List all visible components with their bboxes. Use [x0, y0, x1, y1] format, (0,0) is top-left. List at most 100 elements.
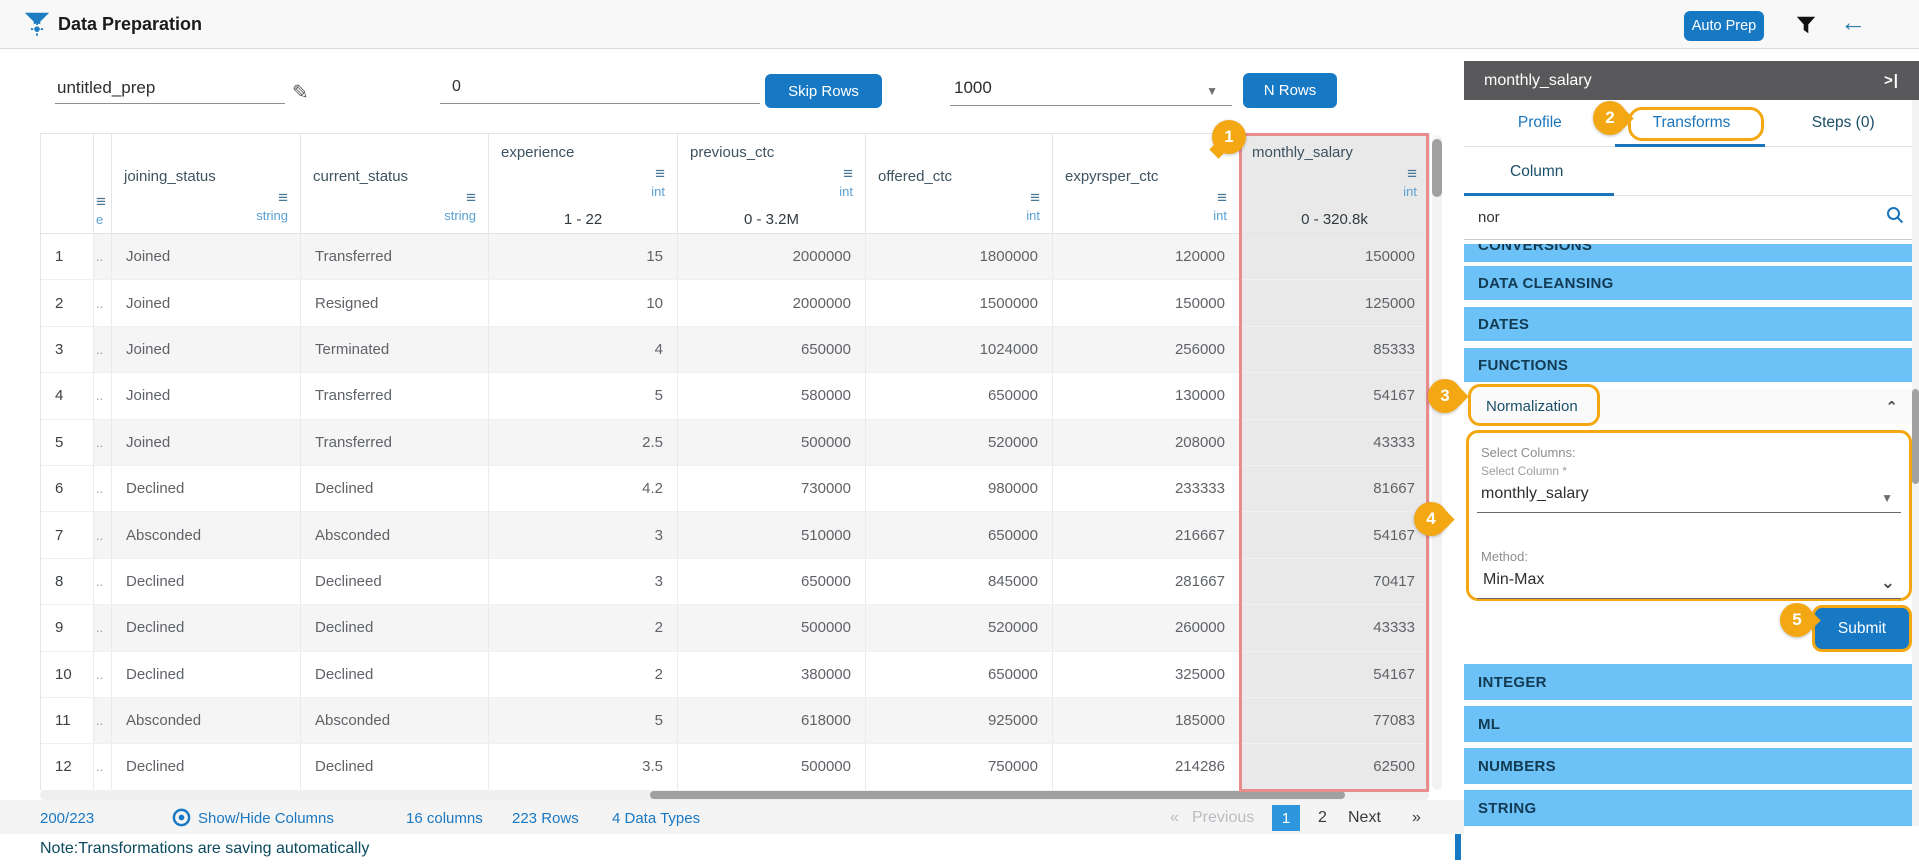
- column-menu-icon[interactable]: ≡: [278, 189, 288, 206]
- tab-steps[interactable]: Steps (0): [1767, 100, 1919, 146]
- row-number-cell: 6: [41, 466, 94, 512]
- sidebar-scrollbar[interactable]: [1912, 100, 1919, 826]
- chevron-up-icon[interactable]: ⌃: [1885, 398, 1898, 416]
- column-name: joining_status: [124, 168, 288, 185]
- category-conversions[interactable]: CONVERSIONS: [1464, 244, 1912, 262]
- table-cell: 260000: [1053, 605, 1240, 651]
- category-numbers[interactable]: NUMBERS: [1464, 748, 1912, 784]
- category-ml[interactable]: ML: [1464, 706, 1912, 742]
- pagination-last[interactable]: »: [1412, 809, 1421, 827]
- column-name: offered_ctc: [878, 168, 1040, 185]
- column-menu-icon[interactable]: ≡: [1217, 189, 1227, 206]
- column-menu-icon[interactable]: ≡: [466, 189, 476, 206]
- category-data-cleansing[interactable]: DATA CLEANSING: [1464, 266, 1912, 300]
- select-column-label: Select Column *: [1481, 464, 1567, 478]
- column-menu-icon[interactable]: ≡: [96, 193, 109, 210]
- column-menu-icon[interactable]: ≡: [843, 165, 853, 182]
- table-cell: 3.5: [489, 744, 678, 790]
- scrollbar-thumb[interactable]: [1912, 389, 1919, 484]
- row-number-cell: 3: [41, 327, 94, 373]
- table-cell: Joined: [112, 280, 301, 326]
- eye-icon[interactable]: [172, 808, 191, 832]
- table-cell: 650000: [678, 559, 866, 605]
- scrollbar-thumb[interactable]: [650, 791, 1345, 799]
- nrows-button[interactable]: N Rows: [1243, 73, 1337, 108]
- table-cell: Absconded: [301, 698, 489, 744]
- column-header-previous-ctc[interactable]: previous_ctc ≡ int 0 - 3.2M: [678, 134, 866, 234]
- transform-search-input[interactable]: nor: [1464, 196, 1919, 240]
- filter-icon[interactable]: [1795, 14, 1817, 36]
- show-hide-columns-link[interactable]: Show/Hide Columns: [198, 810, 334, 827]
- collapse-panel-icon[interactable]: >|: [1884, 72, 1899, 89]
- data-table: ≡ e joining_status ≡ string current_stat…: [40, 133, 1429, 790]
- column-header-truncated[interactable]: ≡ e: [94, 134, 112, 234]
- rows-count: 223 Rows: [512, 810, 579, 827]
- table-cell: 70417: [1240, 559, 1430, 605]
- pagination-page-2[interactable]: 2: [1318, 809, 1327, 827]
- category-string[interactable]: STRING: [1464, 790, 1912, 826]
- table-cell: Declineed: [301, 559, 489, 605]
- nrows-select[interactable]: 1000 ▼: [950, 68, 1232, 106]
- column-header-offered-ctc[interactable]: offered_ctc ≡ int: [866, 134, 1053, 234]
- edit-pencil-icon[interactable]: ✎: [292, 80, 309, 105]
- scrollbar-thumb[interactable]: [1432, 139, 1442, 197]
- category-normalization[interactable]: Normalization ⌃: [1464, 389, 1912, 424]
- table-cell: 54167: [1240, 512, 1430, 558]
- category-integer[interactable]: INTEGER: [1464, 664, 1912, 700]
- search-value: nor: [1478, 209, 1500, 226]
- column-type-label: int: [1403, 184, 1417, 199]
- skip-rows-input[interactable]: 0: [440, 70, 760, 104]
- table-cell: Transferred: [301, 420, 489, 466]
- page-title: Data Preparation: [58, 14, 202, 35]
- row-number-cell: 1: [41, 234, 94, 280]
- row-number-cell: 4: [41, 373, 94, 419]
- pagination-page-1[interactable]: 1: [1272, 805, 1300, 831]
- back-arrow-icon[interactable]: ←: [1840, 9, 1866, 35]
- tab-transforms[interactable]: Transforms: [1616, 100, 1768, 146]
- table-cell: 1500000: [866, 280, 1053, 326]
- column-header-monthly-salary[interactable]: monthly_salary ≡ int 0 - 320.8k: [1240, 134, 1430, 234]
- column-select[interactable]: monthly_salary ▼: [1477, 483, 1901, 513]
- prep-name-input[interactable]: untitled_prep: [55, 70, 285, 104]
- column-header-experience[interactable]: experience ≡ int 1 - 22: [489, 134, 678, 234]
- method-select[interactable]: Min-Max ⌄: [1477, 569, 1901, 599]
- column-header-current-status[interactable]: current_status ≡ string: [301, 134, 489, 234]
- table-cell: 2: [489, 605, 678, 651]
- table-cell: 10: [489, 280, 678, 326]
- table-cell: 845000: [866, 559, 1053, 605]
- column-header-joining-status[interactable]: joining_status ≡ string: [112, 134, 301, 234]
- annotation-badge-3: 3: [1428, 379, 1462, 413]
- column-type-label: e: [96, 212, 109, 227]
- column-menu-icon[interactable]: ≡: [1030, 189, 1040, 206]
- skip-rows-button[interactable]: Skip Rows: [765, 74, 882, 108]
- table-vertical-scrollbar[interactable]: [1432, 135, 1442, 790]
- subtab-column[interactable]: Column: [1510, 163, 1563, 181]
- submit-button[interactable]: Submit: [1812, 605, 1912, 652]
- column-range: 0 - 320.8k: [1252, 211, 1417, 228]
- auto-prep-button[interactable]: Auto Prep: [1684, 11, 1764, 41]
- app-window: Data Preparation Auto Prep ← untitled_pr…: [0, 0, 1919, 866]
- table-cell: 216667: [1053, 512, 1240, 558]
- table-cell: 980000: [866, 466, 1053, 512]
- normalization-label: Normalization: [1486, 398, 1578, 415]
- table-horizontal-scrollbar[interactable]: [40, 790, 1429, 800]
- table-cell: 730000: [678, 466, 866, 512]
- normalization-panel: Select Columns: Select Column * monthly_…: [1466, 430, 1912, 601]
- method-select-value: Min-Max: [1483, 571, 1544, 589]
- column-header-rownum: [41, 134, 94, 234]
- table-cell: 1800000: [866, 234, 1053, 280]
- column-menu-icon[interactable]: ≡: [655, 165, 665, 182]
- top-bar: Data Preparation Auto Prep ←: [0, 0, 1919, 49]
- search-icon[interactable]: [1885, 205, 1905, 230]
- skip-rows-value: 0: [452, 78, 461, 96]
- pagination-first[interactable]: «: [1170, 809, 1179, 827]
- pagination-previous[interactable]: Previous: [1192, 809, 1254, 827]
- category-dates[interactable]: DATES: [1464, 307, 1912, 341]
- annotation-badge-5: 5: [1780, 603, 1814, 637]
- table-cell: 650000: [866, 512, 1053, 558]
- table-cell: 233333: [1053, 466, 1240, 512]
- table-cell: Resigned: [301, 280, 489, 326]
- column-menu-icon[interactable]: ≡: [1407, 165, 1417, 182]
- pagination-next[interactable]: Next: [1348, 809, 1381, 827]
- category-functions[interactable]: FUNCTIONS: [1464, 348, 1912, 382]
